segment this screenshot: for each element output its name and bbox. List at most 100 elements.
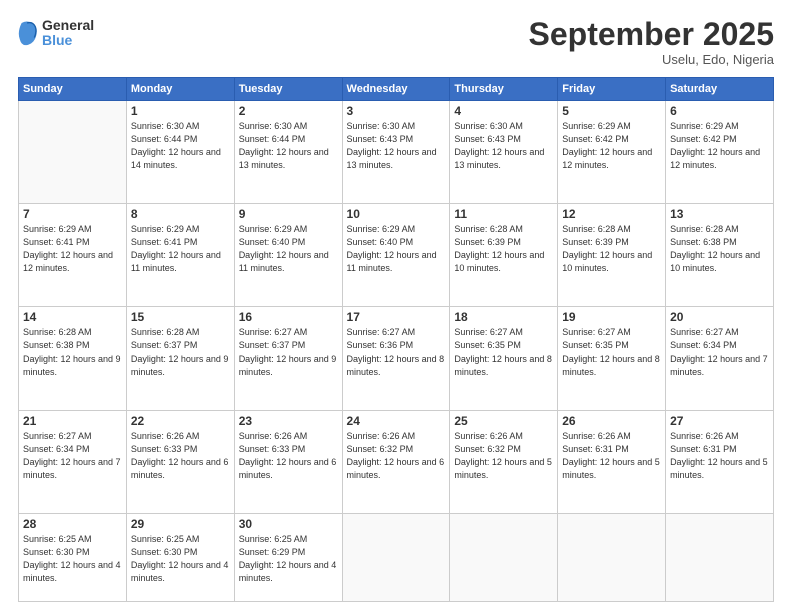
calendar-cell: 3 Sunrise: 6:30 AMSunset: 6:43 PMDaylight… <box>342 101 450 204</box>
calendar-cell <box>19 101 127 204</box>
week-row-4: 21Sunrise: 6:27 AMSunset: 6:34 PMDayligh… <box>19 410 774 513</box>
day-number: 27 <box>670 414 769 428</box>
header: General Blue September 2025 Uselu, Edo, … <box>18 18 774 67</box>
logo-icon <box>18 19 38 47</box>
day-number: 30 <box>239 517 338 531</box>
day-info: Sunrise: 6:30 AMSunset: 6:43 PMDaylight:… <box>454 120 553 172</box>
day-info: Sunrise: 6:30 AMSunset: 6:44 PMDaylight:… <box>239 120 338 172</box>
day-number: 25 <box>454 414 553 428</box>
calendar-cell: 9 Sunrise: 6:29 AMSunset: 6:40 PMDaylight… <box>234 204 342 307</box>
calendar-table: SundayMondayTuesdayWednesdayThursdayFrid… <box>18 77 774 602</box>
day-info: Sunrise: 6:27 AMSunset: 6:35 PMDaylight:… <box>454 326 553 378</box>
day-info: Sunrise: 6:27 AMSunset: 6:34 PMDaylight:… <box>23 430 122 482</box>
day-number: 9 <box>239 207 338 221</box>
day-number: 28 <box>23 517 122 531</box>
day-number: 6 <box>670 104 769 118</box>
day-number: 10 <box>347 207 446 221</box>
day-info: Sunrise: 6:28 AMSunset: 6:39 PMDaylight:… <box>454 223 553 275</box>
logo-text: General Blue <box>42 18 94 49</box>
calendar-cell: 20 Sunrise: 6:27 AMSunset: 6:34 PMDayligh… <box>666 307 774 410</box>
location: Uselu, Edo, Nigeria <box>529 52 774 67</box>
day-number: 12 <box>562 207 661 221</box>
day-info: Sunrise: 6:26 AMSunset: 6:32 PMDaylight:… <box>347 430 446 482</box>
day-number: 24 <box>347 414 446 428</box>
page: General Blue September 2025 Uselu, Edo, … <box>0 0 792 612</box>
day-info: Sunrise: 6:29 AMSunset: 6:42 PMDaylight:… <box>670 120 769 172</box>
weekday-header-friday: Friday <box>558 78 666 101</box>
calendar-cell: 4 Sunrise: 6:30 AMSunset: 6:43 PMDaylight… <box>450 101 558 204</box>
calendar-cell <box>666 513 774 601</box>
calendar-cell: 26Sunrise: 6:26 AMSunset: 6:31 PMDayligh… <box>558 410 666 513</box>
calendar-cell <box>342 513 450 601</box>
day-info: Sunrise: 6:30 AMSunset: 6:43 PMDaylight:… <box>347 120 446 172</box>
title-block: September 2025 Uselu, Edo, Nigeria <box>529 18 774 67</box>
day-info: Sunrise: 6:26 AMSunset: 6:32 PMDaylight:… <box>454 430 553 482</box>
day-number: 7 <box>23 207 122 221</box>
calendar-cell: 7Sunrise: 6:29 AMSunset: 6:41 PMDaylight… <box>19 204 127 307</box>
day-info: Sunrise: 6:29 AMSunset: 6:40 PMDaylight:… <box>347 223 446 275</box>
calendar-cell: 15Sunrise: 6:28 AMSunset: 6:37 PMDayligh… <box>126 307 234 410</box>
calendar-cell: 13 Sunrise: 6:28 AMSunset: 6:38 PMDayligh… <box>666 204 774 307</box>
day-info: Sunrise: 6:27 AMSunset: 6:36 PMDaylight:… <box>347 326 446 378</box>
day-info: Sunrise: 6:30 AMSunset: 6:44 PMDaylight:… <box>131 120 230 172</box>
weekday-header-tuesday: Tuesday <box>234 78 342 101</box>
logo-line2: Blue <box>42 33 94 48</box>
day-info: Sunrise: 6:26 AMSunset: 6:33 PMDaylight:… <box>239 430 338 482</box>
day-number: 14 <box>23 310 122 324</box>
day-number: 4 <box>454 104 553 118</box>
week-row-5: 28 Sunrise: 6:25 AMSunset: 6:30 PMDayligh… <box>19 513 774 601</box>
calendar-cell <box>558 513 666 601</box>
day-info: Sunrise: 6:28 AMSunset: 6:38 PMDaylight:… <box>23 326 122 378</box>
calendar-cell <box>450 513 558 601</box>
day-number: 26 <box>562 414 661 428</box>
day-number: 20 <box>670 310 769 324</box>
calendar-cell: 21Sunrise: 6:27 AMSunset: 6:34 PMDayligh… <box>19 410 127 513</box>
day-number: 16 <box>239 310 338 324</box>
calendar-cell: 1 Sunrise: 6:30 AMSunset: 6:44 PMDaylight… <box>126 101 234 204</box>
calendar-cell: 29Sunrise: 6:25 AMSunset: 6:30 PMDayligh… <box>126 513 234 601</box>
day-number: 2 <box>239 104 338 118</box>
day-number: 17 <box>347 310 446 324</box>
month-title: September 2025 <box>529 18 774 50</box>
calendar-cell: 5Sunrise: 6:29 AMSunset: 6:42 PMDaylight… <box>558 101 666 204</box>
day-info: Sunrise: 6:25 AMSunset: 6:30 PMDaylight:… <box>23 533 122 585</box>
calendar-cell: 11 Sunrise: 6:28 AMSunset: 6:39 PMDayligh… <box>450 204 558 307</box>
day-info: Sunrise: 6:25 AMSunset: 6:29 PMDaylight:… <box>239 533 338 585</box>
weekday-header-row: SundayMondayTuesdayWednesdayThursdayFrid… <box>19 78 774 101</box>
day-number: 5 <box>562 104 661 118</box>
day-info: Sunrise: 6:27 AMSunset: 6:34 PMDaylight:… <box>670 326 769 378</box>
day-number: 3 <box>347 104 446 118</box>
calendar-cell: 25 Sunrise: 6:26 AMSunset: 6:32 PMDayligh… <box>450 410 558 513</box>
day-info: Sunrise: 6:28 AMSunset: 6:38 PMDaylight:… <box>670 223 769 275</box>
day-info: Sunrise: 6:29 AMSunset: 6:40 PMDaylight:… <box>239 223 338 275</box>
calendar-cell: 8 Sunrise: 6:29 AMSunset: 6:41 PMDaylight… <box>126 204 234 307</box>
calendar-cell: 10 Sunrise: 6:29 AMSunset: 6:40 PMDayligh… <box>342 204 450 307</box>
day-number: 23 <box>239 414 338 428</box>
calendar-cell: 2 Sunrise: 6:30 AMSunset: 6:44 PMDaylight… <box>234 101 342 204</box>
calendar-cell: 24 Sunrise: 6:26 AMSunset: 6:32 PMDayligh… <box>342 410 450 513</box>
day-number: 13 <box>670 207 769 221</box>
calendar-cell: 12Sunrise: 6:28 AMSunset: 6:39 PMDayligh… <box>558 204 666 307</box>
week-row-3: 14 Sunrise: 6:28 AMSunset: 6:38 PMDayligh… <box>19 307 774 410</box>
day-info: Sunrise: 6:26 AMSunset: 6:31 PMDaylight:… <box>670 430 769 482</box>
day-number: 1 <box>131 104 230 118</box>
calendar-cell: 22Sunrise: 6:26 AMSunset: 6:33 PMDayligh… <box>126 410 234 513</box>
day-info: Sunrise: 6:27 AMSunset: 6:35 PMDaylight:… <box>562 326 661 378</box>
day-info: Sunrise: 6:28 AMSunset: 6:37 PMDaylight:… <box>131 326 230 378</box>
week-row-1: 1 Sunrise: 6:30 AMSunset: 6:44 PMDaylight… <box>19 101 774 204</box>
calendar-cell: 6 Sunrise: 6:29 AMSunset: 6:42 PMDaylight… <box>666 101 774 204</box>
week-row-2: 7 Sunrise: 6:29 AMSunset: 6:41 PMDaylight… <box>19 204 774 307</box>
calendar-cell: 18Sunrise: 6:27 AMSunset: 6:35 PMDayligh… <box>450 307 558 410</box>
day-info: Sunrise: 6:29 AMSunset: 6:41 PMDaylight:… <box>131 223 230 275</box>
day-number: 8 <box>131 207 230 221</box>
calendar-cell: 19 Sunrise: 6:27 AMSunset: 6:35 PMDayligh… <box>558 307 666 410</box>
calendar-cell: 23 Sunrise: 6:26 AMSunset: 6:33 PMDayligh… <box>234 410 342 513</box>
day-number: 11 <box>454 207 553 221</box>
logo: General Blue <box>18 18 94 49</box>
calendar-cell: 14 Sunrise: 6:28 AMSunset: 6:38 PMDayligh… <box>19 307 127 410</box>
weekday-header-monday: Monday <box>126 78 234 101</box>
day-number: 29 <box>131 517 230 531</box>
day-number: 19 <box>562 310 661 324</box>
day-info: Sunrise: 6:27 AMSunset: 6:37 PMDaylight:… <box>239 326 338 378</box>
weekday-header-saturday: Saturday <box>666 78 774 101</box>
